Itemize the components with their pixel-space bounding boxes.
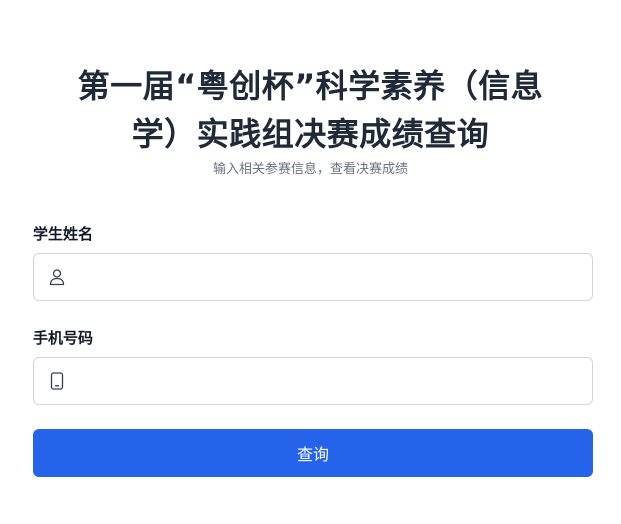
query-button[interactable]: 查询 bbox=[33, 429, 593, 477]
student-name-input[interactable] bbox=[67, 254, 592, 300]
page-title: 第一届“粤创杯”科学素养（信息学）实践组决赛成绩查询 bbox=[77, 67, 544, 153]
user-icon bbox=[47, 267, 67, 287]
phone-number-field[interactable] bbox=[33, 357, 593, 405]
student-name-field[interactable] bbox=[33, 253, 593, 301]
student-name-label: 学生姓名 bbox=[33, 225, 94, 243]
phone-number-input[interactable] bbox=[67, 358, 592, 404]
phone-icon bbox=[47, 371, 67, 391]
phone-number-label: 手机号码 bbox=[33, 329, 94, 347]
page-subtitle: 输入相关参赛信息，查看决赛成绩 bbox=[212, 162, 408, 177]
